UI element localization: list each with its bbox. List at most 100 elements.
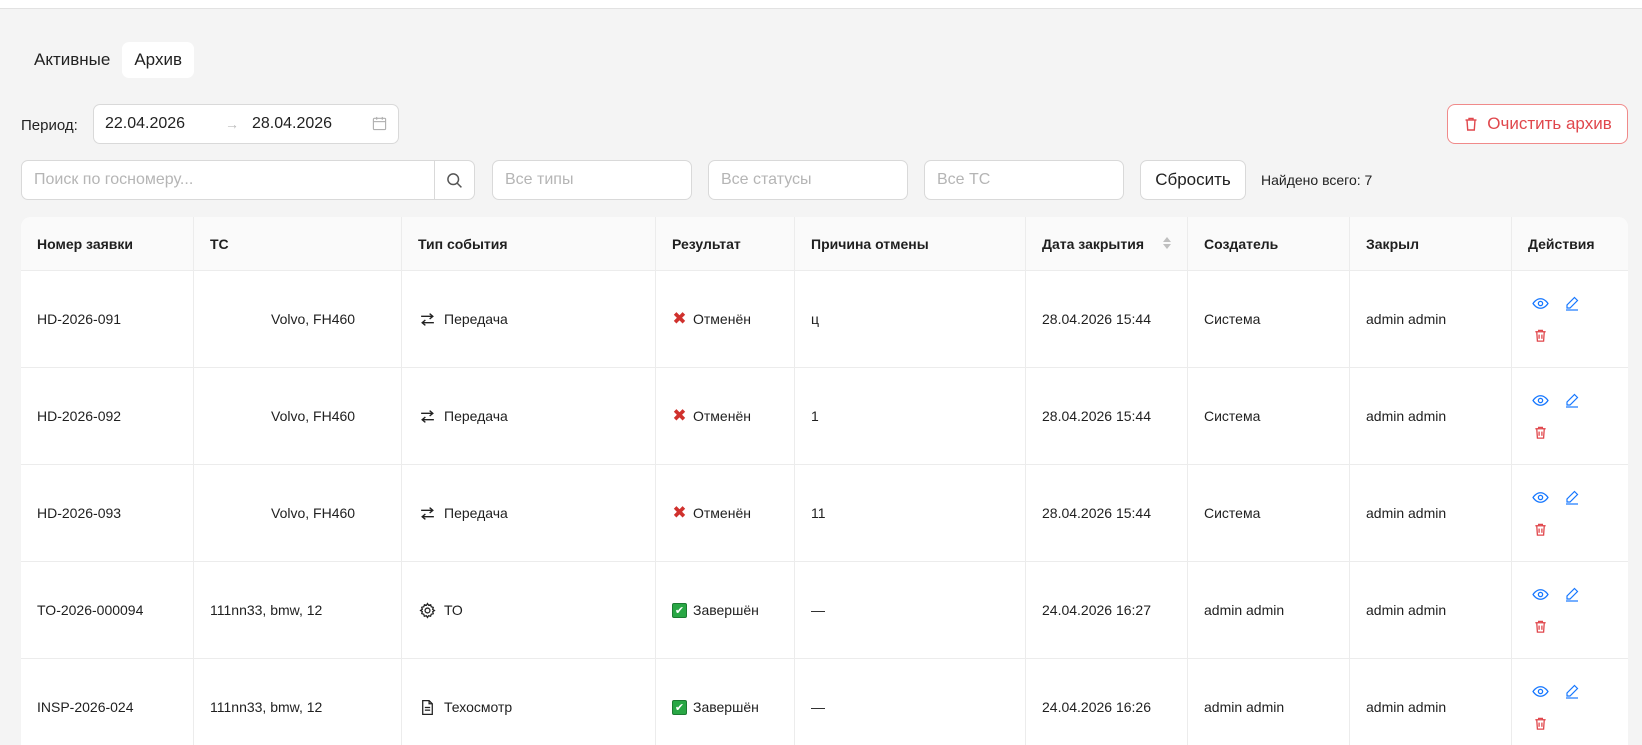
col-closer: Закрыл [1350,217,1512,270]
cell-vehicle: Volvo, FH460 [194,368,402,464]
cell-event-type: ТО [402,562,656,658]
cell-result: ✖ Отменён [656,465,795,561]
col-actions: Действия [1528,235,1595,252]
edit-icon[interactable] [1560,388,1584,412]
cell-vehicle: 111nn33, bmw, 12 [194,562,402,658]
found-count: Найдено всего: 7 [1261,172,1373,188]
cancelled-icon: ✖ [672,309,687,328]
delete-icon[interactable] [1528,614,1552,638]
tab-active[interactable]: Активные [22,42,122,78]
col-vehicle: ТС [194,217,402,270]
vehicle-text: 111nn33, bmw, 12 [210,699,323,715]
document-icon [418,698,436,716]
delete-icon[interactable] [1528,323,1552,347]
view-icon[interactable] [1528,388,1552,412]
cell-number: HD-2026-093 [21,465,194,561]
event-type-text: Техосмотр [444,699,513,715]
cancelled-icon: ✖ [672,503,687,522]
date-to[interactable]: 28.04.2026 [252,115,372,133]
col-creator: Создатель [1188,217,1350,270]
cell-actions [1512,659,1628,745]
cell-result: ✔ Завершён [656,562,795,658]
statuses-select[interactable]: Все статусы [708,160,908,200]
col-event-type: Тип события [402,217,656,270]
event-type-text: Передача [444,311,508,327]
result-text: Отменён [693,505,751,521]
delete-icon[interactable] [1528,420,1552,444]
cell-creator: admin admin [1188,562,1350,658]
cell-closed-date: 28.04.2026 15:44 [1026,368,1188,464]
event-type-text: ТО [444,602,463,618]
date-range-picker[interactable]: 22.04.2026 → 28.04.2026 [93,104,399,144]
result-text: Завершён [693,699,759,715]
cell-closed-date: 24.04.2026 16:26 [1026,659,1188,745]
table-row: HD-2026-093 Volvo, FH460 Передача ✖ Отменён 1… [21,465,1628,562]
tabs: Активные Архив [22,42,194,78]
vehicles-select[interactable]: Все ТС [924,160,1124,200]
cell-closer: admin admin [1350,368,1512,464]
cell-creator: admin admin [1188,659,1350,745]
edit-icon[interactable] [1560,582,1584,606]
event-type-text: Передача [444,505,508,521]
types-select[interactable]: Все типы [492,160,692,200]
view-icon[interactable] [1528,582,1552,606]
cell-event-type: Техосмотр [402,659,656,745]
cell-cancel-reason: ц [795,271,1026,367]
search-box [21,160,475,200]
cell-result: ✖ Отменён [656,271,795,367]
cell-closer: admin admin [1350,562,1512,658]
view-icon[interactable] [1528,679,1552,703]
edit-icon[interactable] [1560,485,1584,509]
col-closed-date-label: Дата закрытия [1042,235,1144,252]
tab-archive[interactable]: Архив [122,42,194,78]
event-type-text: Передача [444,408,508,424]
view-icon[interactable] [1528,485,1552,509]
archive-table: Номер заявки ТС Тип события Результат Пр… [21,217,1628,745]
edit-icon[interactable] [1560,679,1584,703]
col-result: Результат [656,217,795,270]
table-body: HD-2026-091 Volvo, FH460 Передача ✖ Отменён ц… [21,271,1628,745]
cell-vehicle: Volvo, FH460 [194,271,402,367]
edit-icon[interactable] [1560,291,1584,315]
period-label: Период: [21,117,78,134]
delete-icon[interactable] [1528,517,1552,541]
cell-closer: admin admin [1350,465,1512,561]
transfer-icon [418,407,436,425]
cell-number: HD-2026-091 [21,271,194,367]
clear-archive-label: Очистить архив [1487,114,1612,133]
cell-closer: admin admin [1350,271,1512,367]
cell-cancel-reason: — [795,659,1026,745]
transfer-icon [418,504,436,522]
cell-actions [1512,368,1628,464]
cell-actions [1512,562,1628,658]
date-from[interactable]: 22.04.2026 [105,115,225,133]
sort-icon[interactable] [1163,237,1171,249]
col-closed-date[interactable]: Дата закрытия [1026,217,1188,270]
table-row: HD-2026-092 Volvo, FH460 Передача ✖ Отменён 1… [21,368,1628,465]
search-icon [447,172,462,188]
completed-icon: ✔ [672,699,687,715]
calendar-icon [372,116,387,131]
reset-button[interactable]: Сбросить [1140,160,1246,200]
cell-closed-date: 28.04.2026 15:44 [1026,271,1188,367]
gear-icon [418,601,436,619]
trash-icon [1465,117,1477,131]
search-input[interactable] [22,161,434,199]
search-button[interactable] [434,161,474,199]
result-text: Отменён [693,408,751,424]
top-bar [0,0,1642,9]
table-row: HD-2026-091 Volvo, FH460 Передача ✖ Отменён ц… [21,271,1628,368]
transfer-icon [418,310,436,328]
cell-closed-date: 28.04.2026 15:44 [1026,465,1188,561]
view-icon[interactable] [1528,291,1552,315]
cell-creator: Система [1188,271,1350,367]
range-arrow-icon: → [225,116,239,132]
delete-icon[interactable] [1528,711,1552,735]
cell-creator: Система [1188,368,1350,464]
cell-actions [1512,465,1628,561]
cell-closed-date: 24.04.2026 16:27 [1026,562,1188,658]
col-cancel-reason: Причина отмены [795,217,1026,270]
clear-archive-button[interactable]: Очистить архив [1447,104,1628,144]
cell-creator: Система [1188,465,1350,561]
cell-vehicle: 111nn33, bmw, 12 [194,659,402,745]
